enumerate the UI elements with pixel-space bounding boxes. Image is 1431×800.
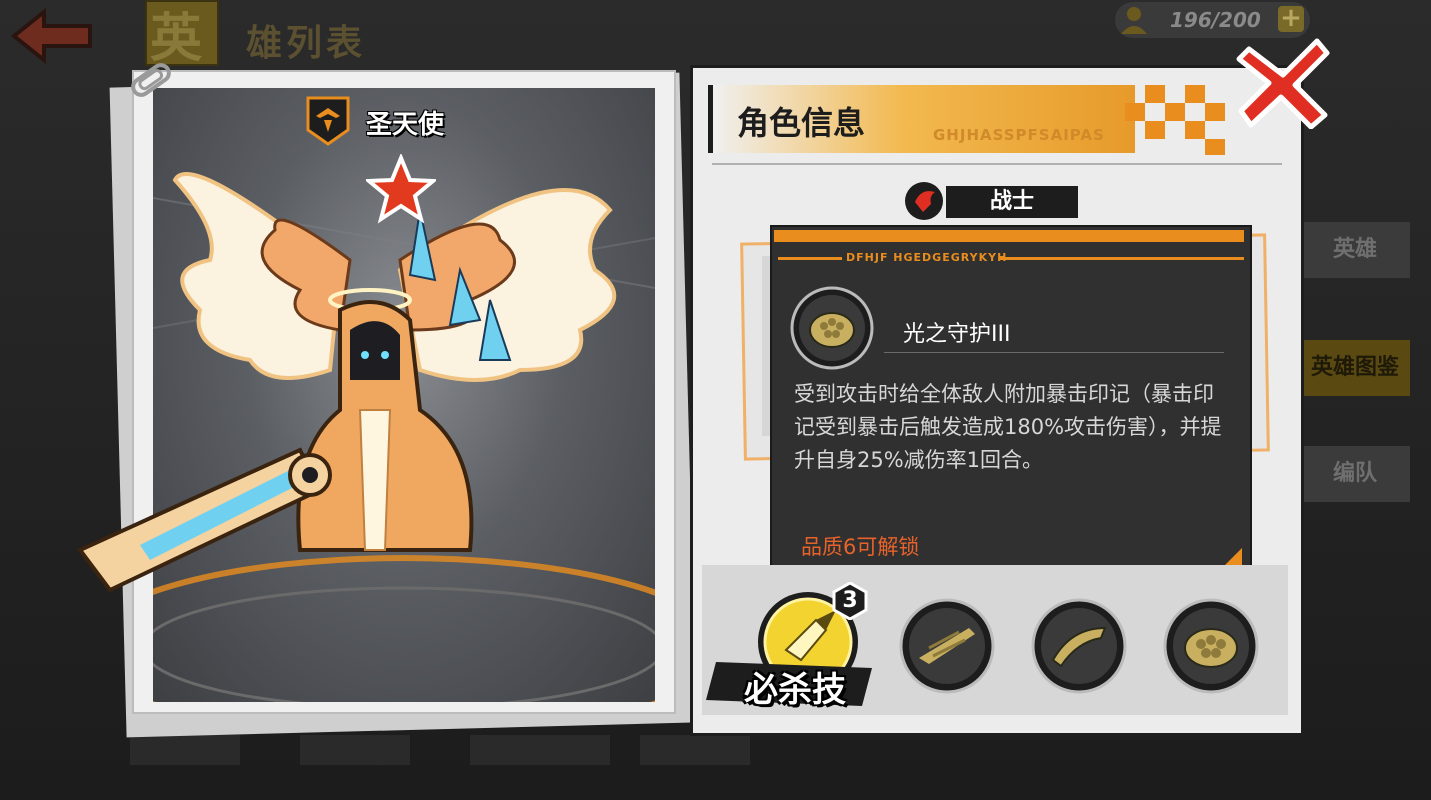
roster-card	[640, 735, 750, 765]
tooltip-accent-bar	[774, 230, 1244, 242]
ultimate-level: 3	[842, 588, 858, 613]
wing-slash-icon[interactable]	[899, 598, 995, 694]
page-title-rest: 雄列表	[246, 23, 367, 64]
skill-name-underline	[884, 352, 1224, 353]
wave-blade-icon[interactable]	[1031, 598, 1127, 694]
star-rank-icon	[366, 154, 436, 224]
close-icon[interactable]	[1235, 35, 1333, 129]
roster-card	[130, 735, 240, 765]
back-arrow-icon[interactable]	[4, 6, 96, 66]
panel-title: 角色信息	[737, 104, 866, 142]
warrior-class-icon	[905, 182, 943, 220]
tab-formation[interactable]: 编队	[1300, 446, 1410, 502]
eagle-emblem-icon	[306, 96, 350, 146]
tooltip-code-line	[1000, 257, 1244, 260]
tab-heroes[interactable]: 英雄	[1300, 222, 1410, 278]
unlock-requirement: 品质6可解锁	[801, 535, 920, 559]
shell-shield-icon	[790, 286, 874, 370]
roster-card	[470, 735, 610, 765]
roster-card	[300, 735, 410, 765]
hero-illustration	[76, 172, 617, 593]
tooltip-code-line	[778, 257, 842, 260]
tooltip-code: DFHJF HGEDGEGRYKYH	[846, 251, 1008, 264]
hero-name: 圣天使	[366, 110, 445, 140]
person-icon	[1121, 7, 1147, 34]
add-capacity-button[interactable]: +	[1278, 5, 1304, 32]
header-divider	[712, 163, 1282, 165]
skill-name: 光之守护III	[903, 322, 1011, 347]
panel-code: GHJHASSPFSAIPAS	[933, 126, 1105, 144]
hero-capacity: 196/200	[1170, 8, 1261, 32]
class-label: 战士	[989, 189, 1034, 214]
ultimate-label: 必杀技	[744, 670, 846, 710]
checker-decoration	[1125, 85, 1225, 155]
paperclip-icon	[131, 63, 171, 97]
tab-hero-codex[interactable]: 英雄图鉴	[1300, 340, 1410, 396]
skill-description: 受到攻击时给全体敌人附加暴击印记（暴击印记受到暴击后触发造成180%攻击伤害），…	[794, 382, 1222, 472]
shell-shield-icon[interactable]	[1163, 598, 1259, 694]
